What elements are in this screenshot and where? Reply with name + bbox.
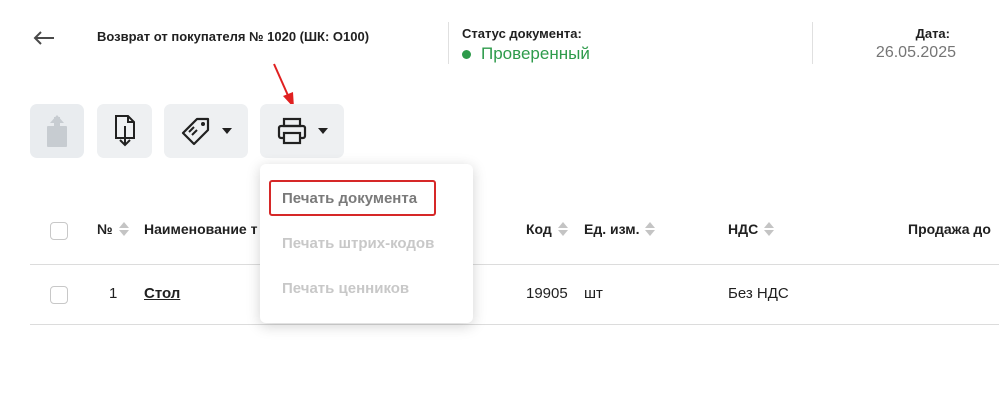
share-icon — [47, 115, 67, 147]
chevron-down-icon — [318, 128, 328, 134]
back-button[interactable] — [30, 26, 58, 50]
column-header-unit[interactable]: Ед. изм. — [584, 221, 656, 237]
column-label: НДС — [728, 221, 759, 237]
date-label: Дата: — [915, 26, 950, 41]
column-header-sale[interactable]: Продажа до — [908, 221, 991, 237]
select-all-checkbox[interactable] — [50, 222, 68, 240]
column-label: Продажа до — [908, 221, 991, 237]
table-divider — [30, 324, 999, 325]
product-code: 19905 — [526, 285, 568, 302]
table-divider — [30, 264, 999, 265]
sort-icon[interactable] — [645, 222, 656, 236]
column-header-vat[interactable]: НДС — [728, 221, 775, 237]
column-label: Наименование т — [144, 221, 258, 237]
product-link[interactable]: Стол — [144, 285, 180, 302]
status-label: Статус документа: — [462, 26, 582, 41]
status-badge: Проверенный — [462, 44, 590, 64]
product-vat: Без НДС — [728, 285, 789, 302]
column-label: № — [97, 221, 113, 237]
column-label: Код — [526, 221, 552, 237]
download-button[interactable] — [97, 104, 152, 158]
column-label: Ед. изм. — [584, 221, 640, 237]
row-checkbox[interactable] — [50, 286, 68, 304]
page-title: Возврат от покупателя № 1020 (ШК: O100) — [97, 29, 370, 44]
arrow-left-icon — [33, 31, 54, 45]
column-header-number[interactable]: № — [97, 221, 129, 237]
sort-icon[interactable] — [764, 222, 775, 236]
sort-icon[interactable] — [557, 222, 568, 236]
price-tag-dropdown-button[interactable] — [164, 104, 248, 158]
row-number: 1 — [109, 285, 118, 302]
menu-item-print-barcodes[interactable]: Печать штрих-кодов — [282, 235, 434, 252]
price-tag-icon — [181, 117, 210, 146]
print-dropdown-button[interactable] — [260, 104, 344, 158]
export-button[interactable] — [30, 104, 84, 158]
header-divider — [812, 22, 813, 64]
status-dot-icon — [462, 49, 471, 59]
printer-icon — [277, 117, 307, 145]
download-document-icon — [114, 115, 135, 147]
date-value: 26.05.2025 — [875, 44, 956, 61]
column-header-code[interactable]: Код — [526, 221, 568, 237]
header-divider — [448, 22, 449, 64]
status-value: Проверенный — [481, 44, 590, 63]
menu-item-print-price-tags[interactable]: Печать ценников — [282, 280, 409, 297]
column-header-name[interactable]: Наименование т — [144, 221, 257, 237]
product-unit: шт — [584, 285, 603, 302]
chevron-down-icon — [222, 128, 232, 134]
annotation-highlight-box — [269, 180, 436, 216]
sort-icon[interactable] — [118, 222, 129, 236]
